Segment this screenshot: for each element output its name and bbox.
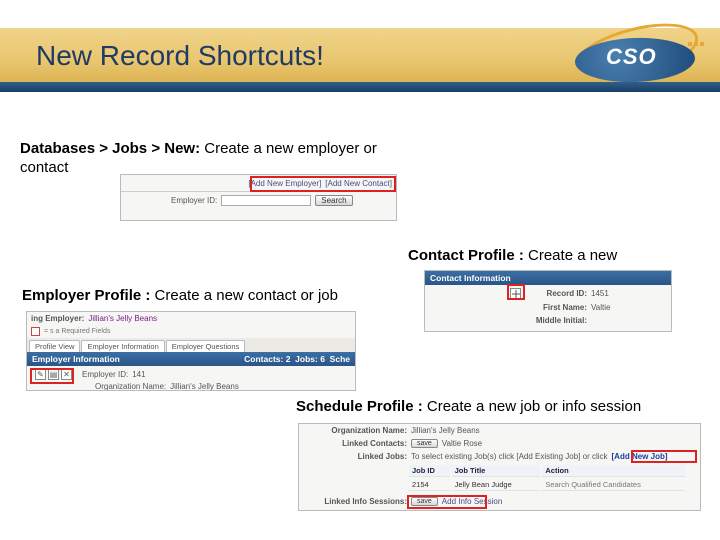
table-row: 2154 Jelly Bean Judge Search Qualified C… (409, 479, 685, 491)
sched-org-label: Organization Name: (303, 426, 407, 435)
panel-contact: Contact Information Record ID: 1451 Firs… (424, 270, 672, 332)
required-note: = s a Required Fields (44, 328, 110, 335)
add-new-contact-link[interactable]: [Add New Contact] (325, 179, 392, 188)
add-new-employer-link[interactable]: [Add New Employer] (248, 179, 321, 188)
sched-org-value: Jillian's Jelly Beans (411, 426, 480, 435)
editing-employer-name: Jillian's Jelly Beans (88, 314, 157, 323)
first-name-label: First Name: (525, 303, 587, 312)
cell-job-title: Jelly Bean Judge (452, 479, 541, 491)
section-contact: Contact Profile : Create a new (408, 247, 708, 266)
linked-info-label: Linked Info Sessions: (303, 497, 407, 506)
add-new-job-link[interactable]: [Add New Job] (612, 452, 668, 461)
add-icon[interactable] (510, 288, 521, 299)
panel-schedule: Organization Name: Jillian's Jelly Beans… (298, 423, 701, 511)
linked-info-save-button[interactable]: save (411, 497, 438, 506)
col-job-id: Job ID (409, 465, 450, 477)
add-info-session-link[interactable]: Add Info Session (442, 497, 502, 506)
section-schedule-tail: Create a new job or info session (423, 398, 641, 415)
employer-id-input[interactable] (221, 195, 311, 206)
org-name-label: Organization Name: (95, 382, 166, 391)
section-contact-tail: Create a new (524, 247, 617, 264)
linked-contacts-save-button[interactable]: save (411, 439, 438, 448)
tab-employer-questions[interactable]: Employer Questions (166, 340, 246, 352)
employer-id-label: Employer ID: (171, 196, 217, 205)
panel-employer: ing Employer: Jillian's Jelly Beans = s … (26, 311, 356, 391)
sched-count[interactable]: Sche (330, 354, 350, 364)
employer-id-label2: Employer ID: (82, 370, 128, 379)
first-name-value: Valtie (591, 303, 610, 312)
section-schedule-lead: Schedule Profile : (296, 398, 423, 415)
required-marker-icon (31, 327, 40, 336)
contact-panel-header: Contact Information (425, 271, 671, 285)
linked-jobs-hint: To select existing Job(s) click [Add Exi… (411, 452, 608, 461)
middle-initial-label: Middle Initial: (525, 316, 587, 325)
tab-profile-view[interactable]: Profile View (29, 340, 80, 352)
employer-section-label: Employer Information (32, 354, 120, 364)
search-button[interactable]: Search (315, 195, 352, 206)
logo-text: CSO (606, 44, 657, 70)
linked-jobs-table: Job ID Job Title Action 2154 Jelly Bean … (407, 463, 687, 493)
cell-job-id: 2154 (409, 479, 450, 491)
toolbar-icon-3[interactable]: ✕ (61, 369, 72, 380)
section-employer: Employer Profile : Create a new contact … (22, 287, 382, 306)
toolbar-icon-2[interactable]: ▤ (48, 369, 59, 380)
section-employer-lead: Employer Profile : (22, 287, 150, 304)
section-contact-lead: Contact Profile : (408, 247, 524, 264)
linked-contacts-label: Linked Contacts: (303, 439, 407, 448)
linked-jobs-label: Linked Jobs: (303, 452, 407, 461)
logo-dots-icon (688, 42, 704, 46)
contacts-count[interactable]: Contacts: 2 (244, 354, 290, 364)
employer-tabs: Profile View Employer Information Employ… (27, 338, 355, 352)
slide-title: New Record Shortcuts! (36, 40, 324, 72)
employer-id-value: 141 (132, 370, 145, 379)
org-name-value: Jillian's Jelly Beans (170, 382, 239, 391)
section-employer-tail: Create a new contact or job (150, 287, 338, 304)
toolbar-icon-1[interactable]: ✎ (35, 369, 46, 380)
linked-contacts-value: Valtie Rose (442, 439, 482, 448)
record-id-label: Record ID: (525, 289, 587, 298)
panel-databases: [Add New Employer] [Add New Contact] Emp… (120, 174, 397, 221)
section-databases: Databases > Jobs > New: Create a new emp… (20, 140, 390, 178)
col-action: Action (542, 465, 685, 477)
record-id-value: 1451 (591, 289, 609, 298)
section-databases-lead: Databases > Jobs > New: (20, 140, 200, 157)
tab-employer-information[interactable]: Employer Information (81, 340, 164, 352)
logo: CSO (570, 20, 710, 90)
col-job-title: Job Title (452, 465, 541, 477)
jobs-count[interactable]: Jobs: 6 (295, 354, 325, 364)
cell-action[interactable]: Search Qualified Candidates (542, 479, 685, 491)
section-schedule: Schedule Profile : Create a new job or i… (296, 398, 696, 417)
editing-employer-label: ing Employer: (31, 314, 84, 323)
